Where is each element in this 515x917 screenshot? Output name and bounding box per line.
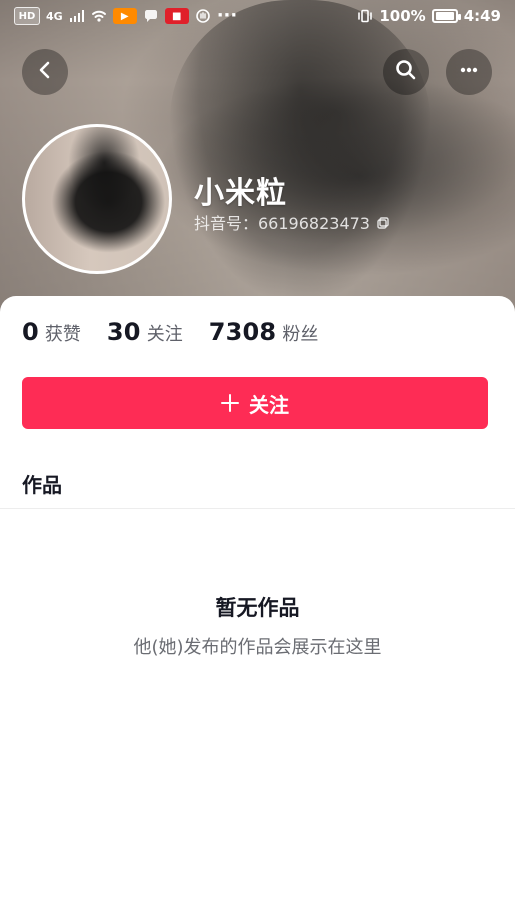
battery-percent: 100%	[379, 7, 426, 25]
more-notifications-icon: ···	[216, 5, 238, 26]
stat-likes-label: 获赞	[44, 324, 81, 345]
stat-followers[interactable]: 7308 粉丝	[209, 318, 319, 346]
chevron-left-icon	[34, 59, 56, 85]
hand-icon	[195, 9, 211, 23]
avatar[interactable]	[22, 124, 172, 274]
tab-works[interactable]: 作品	[22, 469, 62, 498]
status-bar: HD 4G ▶ ■ ··· 100% 4:49	[0, 0, 515, 32]
empty-state-subtitle: 他(她)发布的作品会展示在这里	[133, 637, 382, 658]
network-indicator: 4G	[46, 9, 63, 23]
stat-followers-label: 粉丝	[282, 324, 319, 345]
wifi-icon	[91, 9, 107, 23]
search-button[interactable]	[383, 49, 429, 95]
copy-icon[interactable]	[376, 215, 390, 229]
stat-following[interactable]: 30 关注	[107, 318, 183, 346]
stat-following-value: 30	[106, 318, 141, 346]
follow-button[interactable]: 关注	[22, 377, 488, 429]
hd-indicator: HD	[14, 7, 40, 25]
signal-icon	[69, 9, 85, 23]
clock: 4:49	[463, 7, 501, 25]
back-button[interactable]	[22, 49, 68, 95]
more-dots-icon	[457, 58, 481, 86]
profile-stats: 0 获赞 30 关注 7308 粉丝	[22, 318, 318, 346]
stat-likes[interactable]: 0 获赞	[22, 318, 81, 346]
vibrate-icon	[357, 9, 373, 23]
battery-fill	[435, 12, 454, 20]
profile-name: 小米粒	[194, 176, 287, 211]
stat-likes-value: 0	[22, 318, 39, 346]
stat-following-label: 关注	[146, 324, 183, 345]
plus-icon	[221, 394, 239, 412]
douyin-id-row[interactable]: 抖音号：66196823473	[194, 210, 390, 234]
search-icon	[394, 58, 418, 86]
status-bar-left: HD 4G ▶ ■ ···	[14, 7, 237, 25]
app-notification-icon-2: ■	[164, 8, 189, 24]
battery-icon	[431, 9, 461, 23]
app-notification-icon-1: ▶	[112, 8, 137, 24]
empty-state-title: 暂无作品	[215, 596, 300, 620]
douyin-id: 抖音号：66196823473	[194, 214, 370, 233]
more-button[interactable]	[446, 49, 492, 95]
tabs-divider	[0, 508, 515, 509]
stat-followers-value: 7308	[208, 318, 277, 346]
follow-button-label: 关注	[249, 392, 289, 417]
chat-icon	[143, 9, 159, 23]
status-bar-right: 100% 4:49	[357, 7, 501, 25]
